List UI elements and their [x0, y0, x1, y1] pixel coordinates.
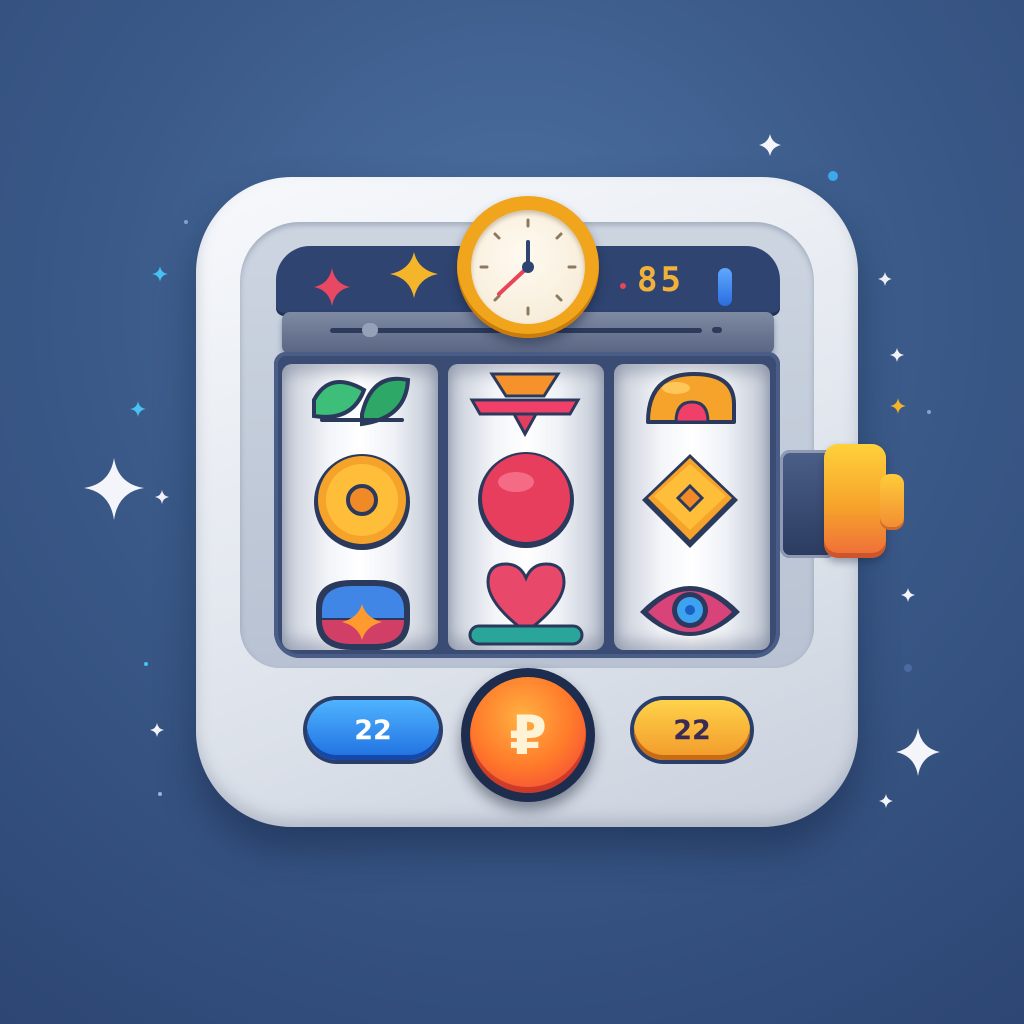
sparkle-icon [896, 728, 940, 776]
sparkle-icon [150, 723, 164, 737]
sparkle-icon [130, 401, 146, 417]
bet-right-button[interactable]: 22 [634, 700, 750, 760]
header-stars [300, 246, 450, 316]
credit-counter: 85 [637, 260, 684, 300]
diamond-coin-icon [642, 454, 738, 548]
pink-star-icon [314, 268, 350, 306]
clock-icon [471, 210, 585, 324]
rail-end-dot [712, 327, 722, 333]
rail-knob [362, 323, 378, 337]
sparkle-icon [155, 490, 169, 504]
bet-left-value: 22 [354, 714, 392, 746]
red-orb-icon [478, 452, 574, 548]
leaf-icon [312, 376, 411, 427]
gem-dome-icon [316, 580, 410, 650]
reel-1 [282, 364, 438, 650]
sparkle-icon [152, 266, 168, 282]
bet-left-button[interactable]: 22 [307, 700, 439, 760]
spin-button-face[interactable]: ₽ [470, 677, 586, 793]
sparkle-icon [84, 458, 144, 520]
spin-lever[interactable] [824, 444, 886, 558]
gold-star-icon [390, 252, 438, 298]
lever-tip[interactable] [880, 474, 904, 530]
sparkle-icon [890, 348, 904, 362]
sparkle-icon [759, 134, 781, 156]
eye-gem-icon [640, 586, 740, 636]
counter-level-bar [718, 268, 732, 306]
counter-indicator-dot [620, 283, 626, 289]
moon-icon [152, 548, 172, 583]
coin-ring-icon [314, 454, 410, 550]
tray-icon [469, 372, 581, 438]
heart-icon [468, 562, 584, 646]
sparkle-icon [890, 398, 906, 414]
ruble-icon: ₽ [509, 703, 547, 767]
sparkle-icon [901, 588, 915, 602]
sparkle-icon [878, 272, 892, 286]
sparkle-icon [879, 794, 893, 808]
orange-dome-icon [646, 372, 736, 424]
bet-right-value: 22 [673, 714, 711, 746]
reel-2 [448, 364, 604, 650]
reel-3 [614, 364, 770, 650]
